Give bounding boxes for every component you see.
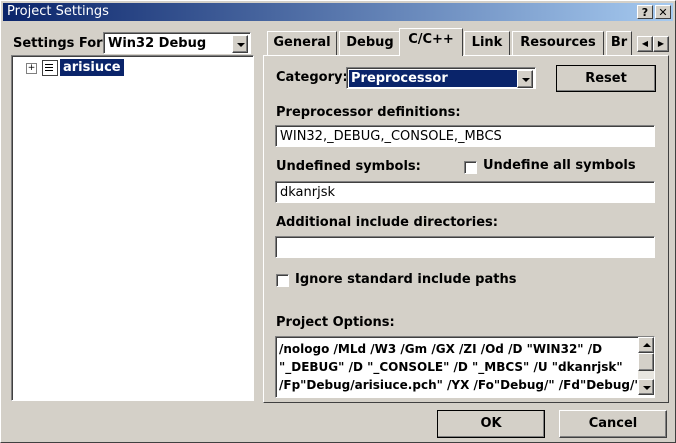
project-icon: [42, 60, 58, 76]
tab-scroll-right-icon[interactable]: ▶: [653, 36, 669, 52]
tab-scroll-left-icon[interactable]: ◀: [637, 36, 653, 52]
close-button[interactable]: ✕: [655, 5, 671, 19]
category-value: Preprocessor: [349, 70, 517, 87]
preprocessor-label: Preprocessor definitions:: [276, 105, 461, 120]
chevron-down-icon[interactable]: [232, 35, 248, 53]
category-dropdown[interactable]: Preprocessor: [346, 67, 536, 89]
window-title: Project Settings: [7, 4, 109, 19]
include-dirs-label: Additional include directories:: [276, 215, 498, 230]
include-dirs-input[interactable]: [275, 236, 655, 258]
undefined-symbols-label: Undefined symbols:: [276, 159, 421, 174]
undefine-all-label: Undefine all symbols: [483, 158, 636, 173]
tab-general[interactable]: General: [267, 31, 337, 55]
tree-expand-icon[interactable]: +: [26, 63, 37, 74]
project-settings-dialog: Project Settings ? ✕ Settings For: Win32…: [0, 0, 676, 443]
project-options-label: Project Options:: [276, 315, 395, 330]
tree-item-arisiuce[interactable]: arisiuce: [60, 59, 124, 76]
cancel-button[interactable]: Cancel: [559, 410, 667, 438]
settings-for-label: Settings For:: [13, 36, 108, 51]
undefined-symbols-input[interactable]: dkanrjsk: [275, 181, 655, 203]
project-options-line: /Fp"Debug/arisiuce.pch" /YX /Fo"Debug/" …: [279, 378, 641, 392]
ignore-std-include-checkbox[interactable]: [276, 274, 289, 287]
ignore-std-include-label: Ignore standard include paths: [295, 272, 517, 287]
tab-browse-info[interactable]: Br: [606, 31, 632, 55]
tab-debug[interactable]: Debug: [339, 31, 401, 55]
category-label: Category:: [276, 70, 348, 85]
settings-for-dropdown[interactable]: Win32 Debug: [103, 32, 251, 54]
settings-for-value: Win32 Debug: [108, 36, 207, 51]
scroll-down-icon[interactable]: [638, 379, 654, 395]
tab-resources[interactable]: Resources: [512, 31, 604, 55]
project-options-line: /nologo /MLd /W3 /Gm /GX /ZI /Od /D "WIN…: [279, 342, 603, 356]
project-options-line: "_DEBUG" /D "_CONSOLE" /D "_MBCS" /U "dk…: [279, 360, 623, 374]
project-options-text: /nologo /MLd /W3 /Gm /GX /ZI /Od /D "WIN…: [279, 340, 641, 394]
title-bar: Project Settings ? ✕: [3, 3, 673, 21]
scroll-thumb[interactable]: [638, 353, 654, 371]
undefine-all-checkbox[interactable]: [464, 161, 477, 174]
project-options-scrollbar[interactable]: [638, 337, 654, 395]
help-button[interactable]: ?: [637, 5, 653, 19]
project-options-textarea[interactable]: /nologo /MLd /W3 /Gm /GX /ZI /Od /D "WIN…: [275, 336, 655, 398]
ok-button[interactable]: OK: [437, 410, 545, 438]
tab-link[interactable]: Link: [464, 31, 510, 55]
preprocessor-definitions-input[interactable]: WIN32,_DEBUG,_CONSOLE,_MBCS: [275, 125, 655, 147]
reset-button[interactable]: Reset: [556, 65, 656, 92]
chevron-down-icon[interactable]: [517, 70, 533, 88]
tab-c-cpp[interactable]: C/C++: [399, 28, 463, 56]
scroll-up-icon[interactable]: [638, 337, 654, 353]
project-tree[interactable]: + arisiuce: [11, 55, 254, 401]
settings-for-label-text: Settings For:: [13, 36, 108, 51]
